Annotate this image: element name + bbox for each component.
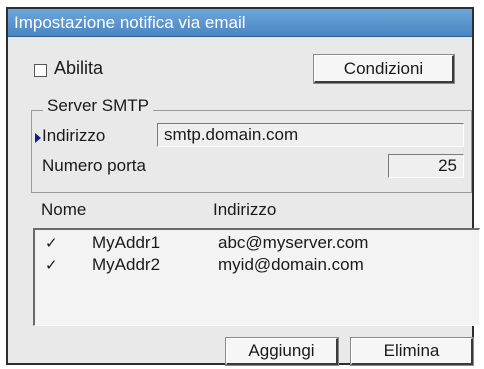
port-number-label: Numero porta — [42, 156, 146, 175]
list-item-address: abc@myserver.com — [218, 233, 369, 252]
list-item-name: MyAddr2 — [92, 255, 161, 274]
check-icon: ✓ — [45, 257, 58, 274]
address-list[interactable]: ✓ MyAddr1 abc@myserver.com ✓ MyAddr2 myi… — [33, 228, 480, 326]
smtp-address-field[interactable]: smtp.domain.com — [157, 123, 464, 147]
conditions-button[interactable]: Condizioni — [314, 55, 454, 83]
email-notification-dialog: Impostazione notifica via email Abilita … — [6, 7, 480, 365]
focus-caret-icon — [35, 133, 41, 143]
list-item[interactable]: ✓ MyAddr2 myid@domain.com — [35, 255, 479, 277]
delete-button[interactable]: Elimina — [351, 338, 473, 365]
check-icon: ✓ — [45, 235, 58, 252]
list-item-name: MyAddr1 — [92, 233, 161, 252]
port-number-field[interactable]: 25 — [388, 154, 464, 178]
smtp-server-legend: Server SMTP — [43, 96, 154, 116]
enable-label[interactable]: Abilita — [54, 58, 103, 79]
dialog-title: Impostazione notifica via email — [8, 9, 472, 37]
column-header-address: Indirizzo — [213, 200, 277, 219]
list-item[interactable]: ✓ MyAddr1 abc@myserver.com — [35, 233, 479, 255]
enable-checkbox[interactable] — [34, 64, 47, 77]
add-button[interactable]: Aggiungi — [226, 338, 338, 365]
list-item-address: myid@domain.com — [218, 255, 364, 274]
smtp-address-label: Indirizzo — [42, 126, 106, 145]
column-header-name: Nome — [41, 200, 87, 219]
